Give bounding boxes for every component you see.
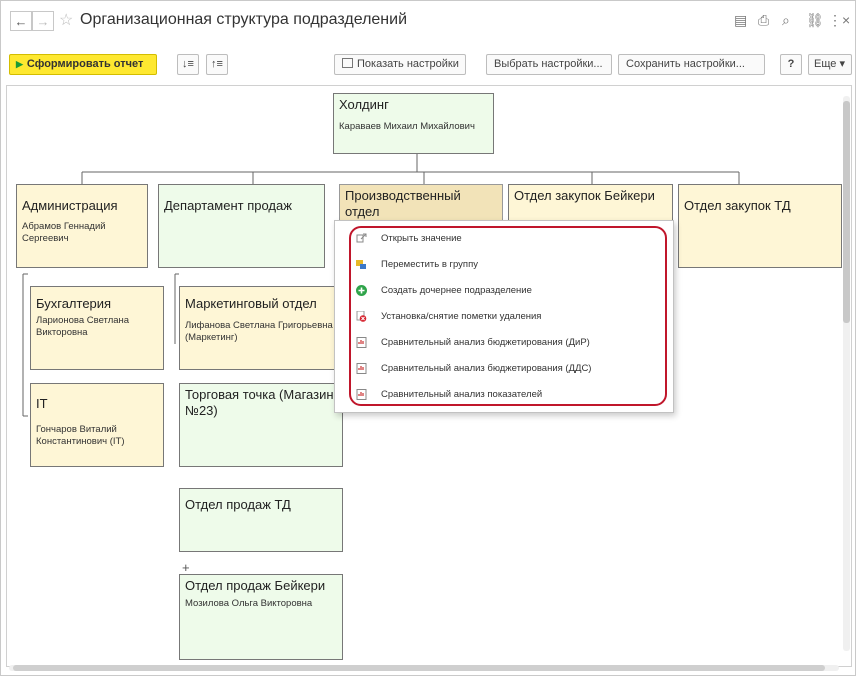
- window-title: Организационная структура подразделений: [80, 11, 408, 28]
- link-icon[interactable]: ⛓: [806, 12, 824, 29]
- forward-button[interactable]: →: [32, 11, 54, 31]
- horizontal-scroll-thumb[interactable]: [13, 665, 825, 671]
- title-bar: ← → ☆ Организационная структура подразде…: [1, 1, 855, 41]
- node-name: Бухгалтерия: [36, 296, 112, 311]
- more-label: Еще ▾: [814, 58, 845, 70]
- node-name: Отдел закупок ТД: [684, 198, 791, 213]
- node-name: Отдел продаж Бейкери: [185, 578, 326, 593]
- node-name: Департамент продаж: [164, 198, 292, 213]
- node-name: Холдинг: [339, 97, 389, 112]
- sort-asc-icon: ↑≡: [211, 58, 223, 70]
- favorite-star-icon[interactable]: ☆: [59, 10, 73, 30]
- org-node-retail-point[interactable]: Торговая точка (Магазин №23): [179, 383, 343, 467]
- org-node-administration[interactable]: Администрация Абрамов Геннадий Сергеевич: [16, 184, 148, 268]
- horizontal-scrollbar[interactable]: [9, 665, 839, 671]
- node-name: Администрация: [22, 198, 118, 213]
- org-node-sales-department[interactable]: Департамент продаж: [158, 184, 325, 268]
- show-settings-label: Показать настройки: [357, 58, 459, 70]
- sort-desc-button[interactable]: ↓≡: [177, 54, 199, 75]
- node-person: Караваев Михаил Михайлович: [339, 121, 475, 132]
- play-icon: ▶: [16, 59, 23, 69]
- org-node-holding[interactable]: Холдинг Караваев Михаил Михайлович: [333, 93, 494, 154]
- vertical-scroll-thumb[interactable]: [843, 101, 850, 323]
- help-button[interactable]: ?: [780, 54, 802, 75]
- settings-panel-icon: [342, 58, 353, 68]
- vertical-scrollbar[interactable]: [843, 96, 850, 651]
- show-settings-button[interactable]: Показать настройки: [334, 54, 466, 75]
- node-person: Ларионова Светлана Викторовна: [36, 315, 130, 338]
- node-name: Отдел закупок Бейкери: [514, 188, 655, 203]
- sort-asc-button[interactable]: ↑≡: [206, 54, 228, 75]
- choose-settings-label: Выбрать настройки...: [494, 58, 603, 70]
- node-name: Производственный отдел: [345, 188, 461, 219]
- org-node-purchasing-td[interactable]: Отдел закупок ТД: [678, 184, 842, 268]
- org-node-sales-baykeri[interactable]: Отдел продаж Бейкери Мозилова Ольга Викт…: [179, 574, 343, 660]
- node-name: Торговая точка (Магазин №23): [185, 387, 334, 418]
- help-label: ?: [787, 58, 795, 70]
- node-person: Абрамов Геннадий Сергеевич: [22, 221, 106, 244]
- report-window: ← → ☆ Организационная структура подразде…: [0, 0, 856, 676]
- arrow-right-icon: →: [36, 14, 50, 29]
- node-name: Отдел продаж ТД: [185, 497, 291, 512]
- node-person: Мозилова Ольга Викторовна: [185, 598, 313, 609]
- highlight-outline: [349, 226, 667, 406]
- node-person: Гончаров Виталий Константинович (IT): [36, 424, 125, 447]
- node-person: Лифанова Светлана Григорьевна (Маркетинг…: [185, 320, 333, 343]
- back-button[interactable]: ←: [10, 11, 32, 31]
- more-button[interactable]: Еще ▾: [808, 54, 852, 75]
- generate-report-label: Сформировать отчет: [26, 58, 144, 70]
- org-node-production[interactable]: Производственный отдел: [339, 184, 503, 224]
- preview-icon[interactable]: ⌕: [782, 12, 790, 29]
- org-node-it[interactable]: IT Гончаров Виталий Константинович (IT): [30, 383, 164, 467]
- sort-desc-icon: ↓≡: [182, 58, 194, 70]
- generate-report-button[interactable]: ▶ Сформировать отчет: [9, 54, 157, 75]
- close-icon[interactable]: ×: [842, 12, 850, 28]
- org-node-accounting[interactable]: Бухгалтерия Ларионова Светлана Викторовн…: [30, 286, 164, 370]
- choose-settings-button[interactable]: Выбрать настройки...: [486, 54, 612, 75]
- arrow-left-icon: ←: [14, 14, 28, 29]
- node-name: Маркетинговый отдел: [185, 296, 317, 311]
- node-name: IT: [36, 396, 48, 411]
- org-node-marketing[interactable]: Маркетинговый отдел Лифанова Светлана Гр…: [179, 286, 343, 370]
- print-icon[interactable]: ⎙: [758, 12, 769, 29]
- save-settings-label: Сохранить настройки...: [626, 58, 745, 70]
- more-vertical-icon[interactable]: ⋮: [828, 12, 842, 29]
- save-icon[interactable]: ▤: [734, 12, 747, 29]
- expand-icon[interactable]: +: [182, 560, 190, 575]
- save-settings-button[interactable]: Сохранить настройки...: [618, 54, 765, 75]
- org-node-sales-td[interactable]: Отдел продаж ТД: [179, 488, 343, 552]
